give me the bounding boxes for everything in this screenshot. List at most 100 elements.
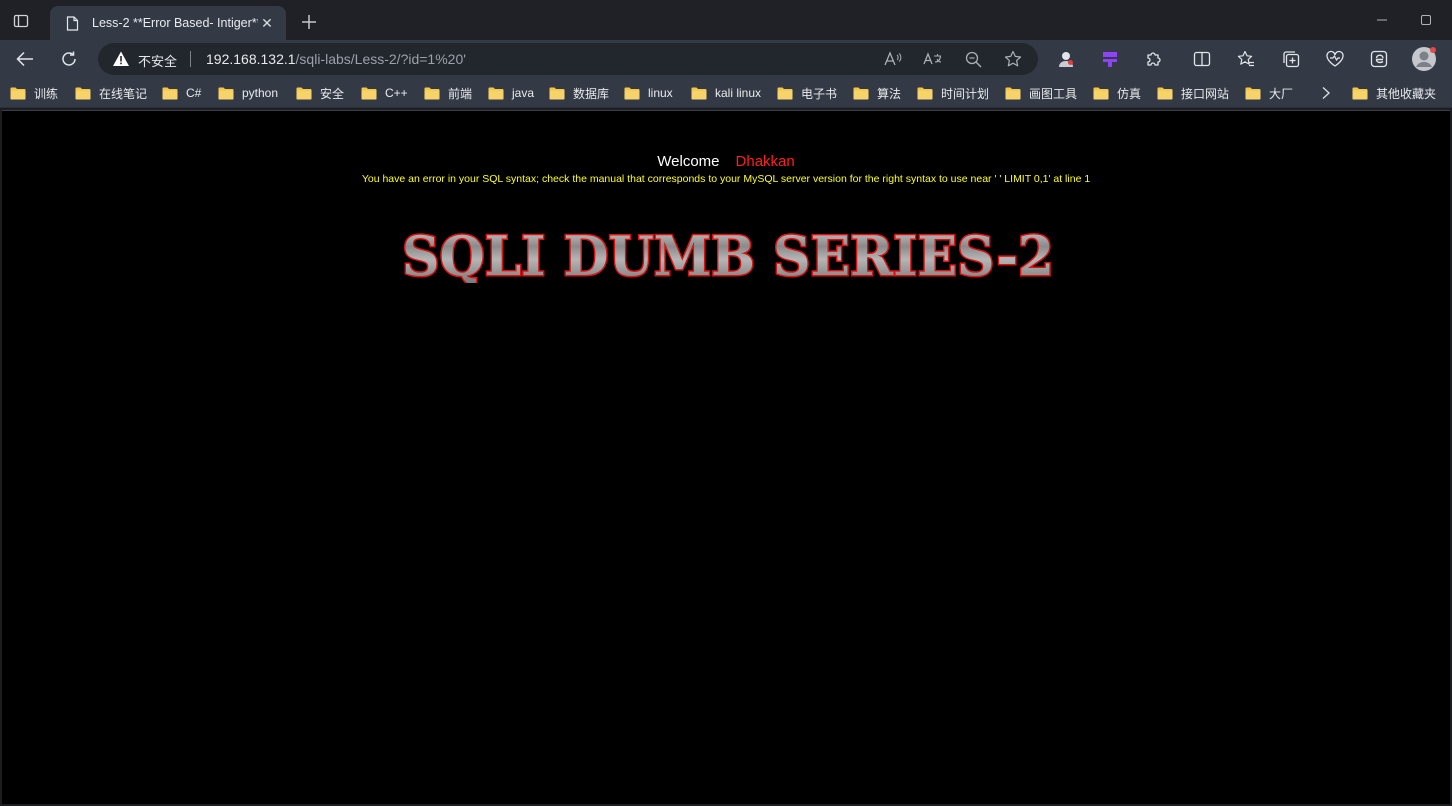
tab-title: Less-2 **Error Based- Intiger**: [92, 16, 258, 30]
folder-icon: [853, 87, 869, 100]
folder-icon: [488, 87, 504, 100]
other-bookmarks-folder[interactable]: 其他收藏夹: [1352, 84, 1436, 102]
extension-avatar-icon: [1059, 52, 1073, 67]
arrow-left-icon: [16, 51, 33, 67]
bookmark-folder-item[interactable]: 安全: [296, 84, 344, 102]
bookmark-label: 仿真: [1117, 86, 1142, 101]
favorites-button[interactable]: [1232, 46, 1260, 72]
browser-tab[interactable]: Less-2 **Error Based- Intiger** ✕: [50, 6, 286, 40]
maximize-icon: [1421, 15, 1431, 25]
bookmark-folder-item[interactable]: 在线笔记: [75, 84, 147, 102]
edge-copilot-button[interactable]: [1365, 46, 1393, 72]
collections-button[interactable]: [1277, 46, 1305, 72]
url-text[interactable]: 192.168.132.1/sqli-labs/Less-2/?id=1%20': [206, 51, 466, 67]
refresh-icon: [62, 51, 76, 66]
extension-avatar-button[interactable]: [1052, 46, 1080, 72]
folder-icon: [1245, 87, 1261, 100]
bookmark-folder-item[interactable]: 接口网站: [1157, 84, 1229, 102]
bookmark-label: 接口网站: [1181, 86, 1230, 101]
folder-icon: [424, 87, 440, 100]
welcome-line: Welcome Dhakkan: [2, 153, 1450, 170]
bookmark-folder-item[interactable]: 算法: [853, 84, 901, 102]
web-content: Welcome Dhakkan You have an error in your…: [2, 110, 1450, 804]
bookmark-folder-item[interactable]: linux: [624, 84, 673, 102]
bookmark-label: java: [512, 86, 535, 100]
folder-icon: [296, 87, 312, 100]
folder-icon: [549, 87, 565, 100]
bookmark-label: 画图工具: [1029, 86, 1078, 101]
tab-actions-icon: [13, 14, 29, 28]
zoom-icon[interactable]: [962, 48, 984, 70]
extension-purple-icon: [1103, 52, 1117, 67]
sql-error-message: You have an error in your SQL syntax; ch…: [361, 173, 1091, 185]
window-minimize-button[interactable]: [1372, 10, 1392, 30]
bookmark-label: 时间计划: [941, 86, 990, 101]
bookmark-folder-item[interactable]: java: [488, 84, 534, 102]
bookmark-folder-item[interactable]: 数据库: [549, 84, 609, 102]
url-host: 192.168.132.1: [206, 51, 296, 67]
folder-icon: [218, 87, 234, 100]
bookmark-folder-item[interactable]: 电子书: [777, 84, 837, 102]
folder-icon: [1352, 87, 1368, 100]
bookmark-folder-item[interactable]: C++: [361, 84, 408, 102]
back-button[interactable]: [11, 46, 39, 72]
folder-icon: [1093, 87, 1109, 100]
bookmark-label: kali linux: [715, 86, 762, 100]
other-bookmarks-label: 其他收藏夹: [1376, 86, 1437, 101]
tab-actions-button[interactable]: [8, 8, 34, 34]
title-bar: Less-2 **Error Based- Intiger** ✕: [0, 0, 1452, 40]
bookmark-label: 在线笔记: [99, 86, 148, 101]
read-aloud-icon[interactable]: [882, 48, 904, 70]
bookmark-label: 训练: [34, 86, 59, 101]
bookmark-label: 数据库: [573, 86, 610, 101]
bookmark-label: 电子书: [801, 86, 838, 101]
security-label[interactable]: 不安全: [138, 51, 177, 70]
folder-icon: [10, 87, 26, 100]
welcome-name: Dhakkan: [735, 153, 795, 170]
profile-icon: [1412, 47, 1436, 71]
address-bar[interactable]: 不安全 192.168.132.1/sqli-labs/Less-2/?id=1…: [98, 43, 1038, 75]
bookmark-label: linux: [648, 86, 673, 100]
bookmark-folder-item[interactable]: 画图工具: [1005, 84, 1077, 102]
extension-purple-button[interactable]: [1096, 46, 1124, 72]
bookmarks-bar: 训练 在线笔记 C# python 安全 C++ 前端 java 数据库 linux kali li…: [0, 78, 1452, 108]
folder-icon: [624, 87, 640, 100]
new-tab-button[interactable]: [298, 11, 320, 33]
window-maximize-button[interactable]: [1416, 10, 1436, 30]
url-path: /sqli-labs/Less-2/?id=1%20': [295, 51, 466, 67]
translate-icon[interactable]: [922, 48, 944, 70]
bookmark-folder-item[interactable]: 时间计划: [917, 84, 989, 102]
page-document-icon: [64, 15, 80, 31]
folder-icon: [162, 87, 178, 100]
bookmark-folder-item[interactable]: 前端: [424, 84, 472, 102]
browser-toolbar: 不安全 192.168.132.1/sqli-labs/Less-2/?id=1…: [0, 40, 1452, 78]
profile-button[interactable]: [1410, 46, 1438, 72]
performance-button[interactable]: [1321, 46, 1349, 72]
bookmark-folder-item[interactable]: 仿真: [1093, 84, 1141, 102]
plus-icon: [302, 15, 316, 29]
extensions-button[interactable]: [1140, 46, 1168, 72]
favorite-star-icon[interactable]: [1002, 48, 1024, 70]
bookmark-folder-item[interactable]: 训练: [10, 84, 58, 102]
edge-copilot-icon: [1370, 50, 1388, 68]
bookmark-folder-item[interactable]: C#: [162, 84, 201, 102]
bookmark-folder-item[interactable]: kali linux: [691, 84, 761, 102]
minimize-icon: [1377, 19, 1387, 21]
folder-icon: [1157, 87, 1173, 100]
folder-icon: [361, 87, 377, 100]
bookmarks-overflow-chevron-icon[interactable]: [1317, 84, 1335, 102]
folder-icon: [917, 87, 933, 100]
bookmark-label: python: [242, 86, 279, 100]
bookmark-folder-item[interactable]: python: [218, 84, 278, 102]
extensions-icon: [1147, 52, 1161, 66]
refresh-button[interactable]: [55, 46, 83, 72]
split-screen-button[interactable]: [1188, 46, 1216, 72]
favorites-icon: [1237, 50, 1254, 67]
welcome-text: Welcome: [657, 153, 720, 170]
folder-icon: [691, 87, 707, 100]
collections-icon: [1283, 51, 1300, 68]
warning-icon[interactable]: [112, 50, 130, 68]
bookmark-label: 算法: [877, 86, 902, 101]
bookmark-folder-item[interactable]: 大厂: [1245, 84, 1293, 102]
tab-close-icon[interactable]: ✕: [258, 14, 276, 32]
